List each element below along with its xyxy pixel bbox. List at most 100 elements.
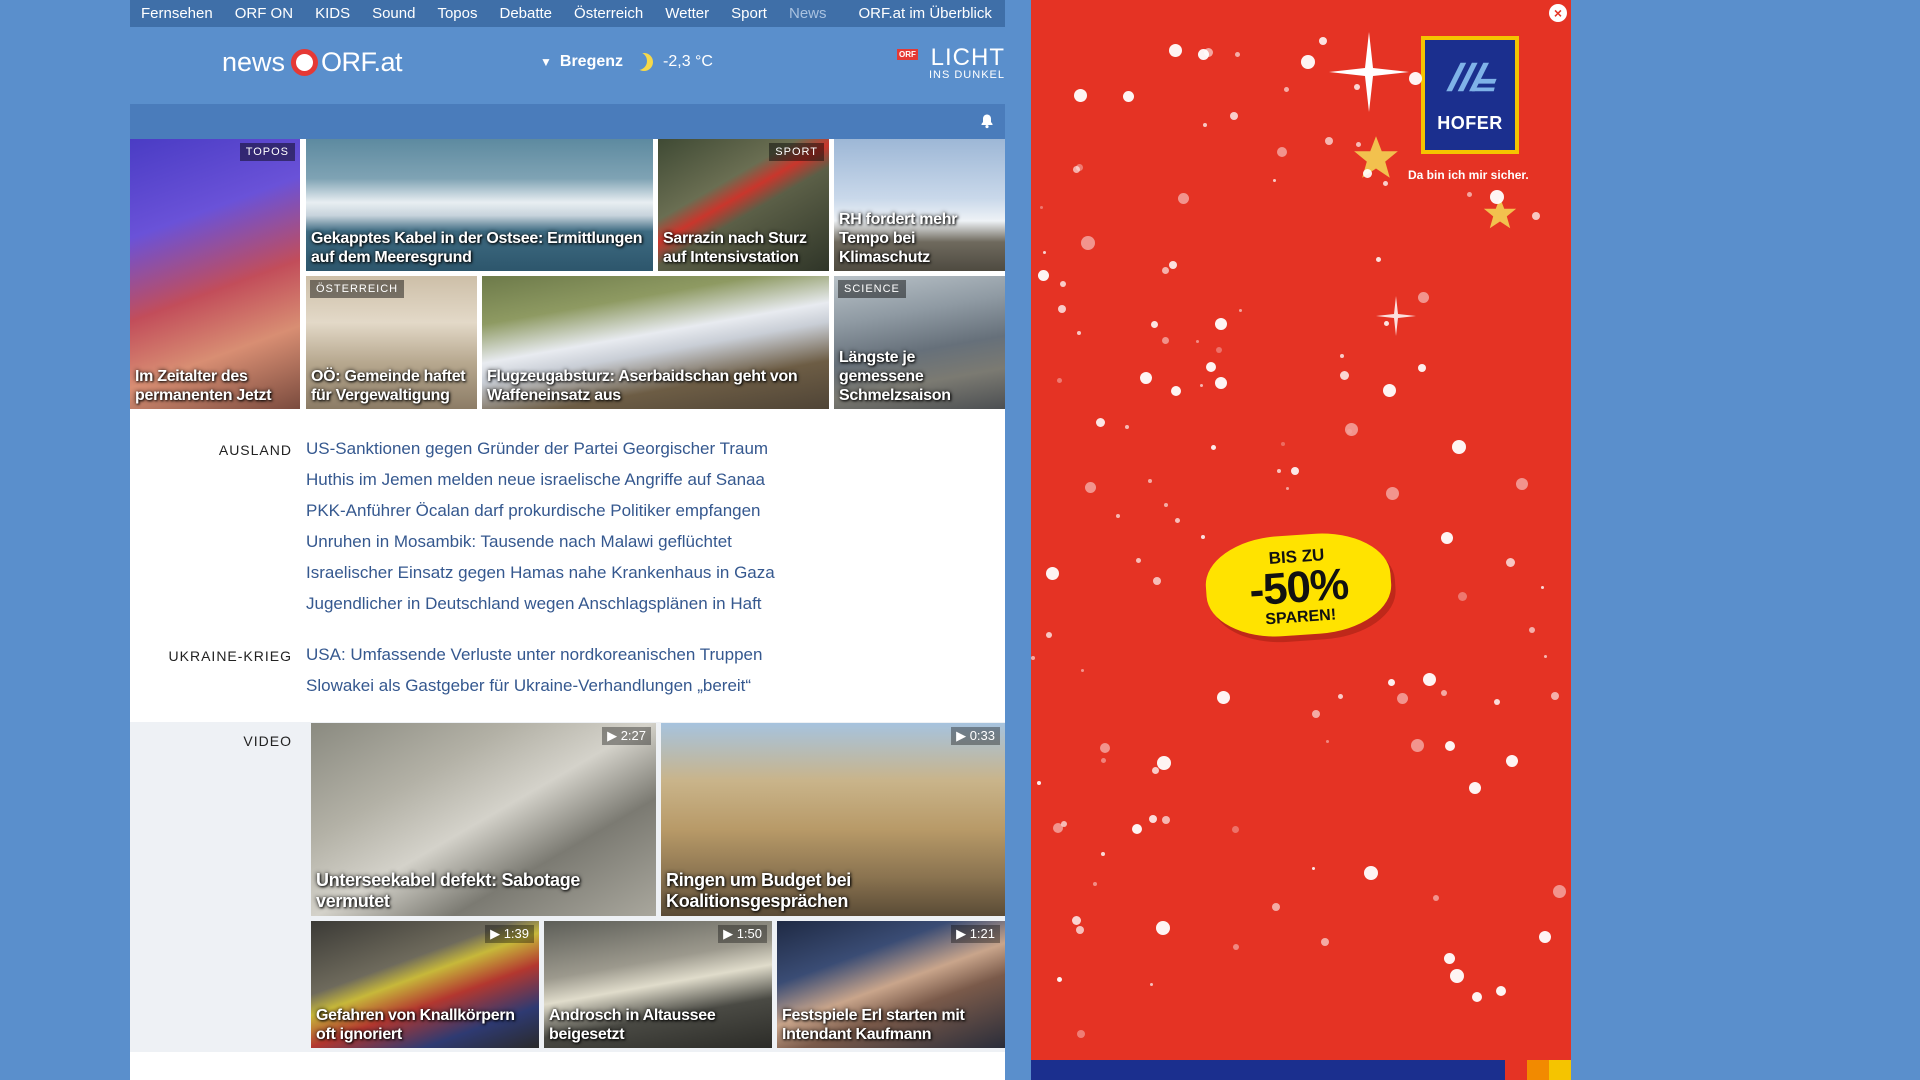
snowflake — [1272, 903, 1280, 911]
headline-link[interactable]: Unruhen in Mosambik: Tausende nach Malaw… — [306, 526, 775, 557]
snowflake — [1123, 91, 1134, 102]
logo-news-text: news — [222, 47, 286, 77]
nav-kids[interactable]: KIDS — [304, 5, 361, 22]
video-duration: ▶ 0:33 — [951, 727, 1000, 745]
video-duration: ▶ 1:39 — [485, 925, 534, 943]
story-tile[interactable]: Gekapptes Kabel in der Ostsee: Ermittlun… — [306, 139, 653, 271]
licht-ins-dunkel-logo[interactable]: ORF LICHT INS DUNKEL — [896, 46, 1005, 81]
snowflake — [1206, 362, 1216, 372]
footer-color-yellow — [1549, 1060, 1571, 1080]
nav-sound[interactable]: Sound — [361, 5, 426, 22]
snowflake — [1423, 673, 1436, 686]
video-tile[interactable]: ▶ 2:27 Unterseekabel defekt: Sabotage ve… — [311, 723, 656, 916]
weather-widget[interactable]: ▼ Bregenz -2,3 °C — [540, 53, 713, 71]
snowflake — [1467, 192, 1472, 197]
snowflake — [1281, 442, 1285, 446]
nav-topos[interactable]: Topos — [426, 5, 488, 22]
snowflake — [1441, 690, 1447, 696]
snowflake — [1057, 977, 1062, 982]
video-tile[interactable]: ▶ 0:33 Ringen um Budget bei Koalitionsge… — [661, 723, 1005, 916]
snowflake — [1196, 340, 1199, 343]
snowflake — [1364, 866, 1378, 880]
snowflake — [1418, 292, 1429, 303]
snowflake — [1397, 693, 1408, 704]
snowflake — [1277, 469, 1281, 473]
bell-icon[interactable] — [979, 113, 995, 129]
nav-fernsehen[interactable]: Fernsehen — [130, 5, 224, 22]
snowflake — [1376, 257, 1381, 262]
snowflake — [1058, 305, 1066, 313]
close-icon[interactable]: × — [1549, 4, 1567, 22]
headline-link[interactable]: Slowakei als Gastgeber für Ukraine-Verha… — [306, 670, 762, 701]
story-tile[interactable]: SCIENCE Längste je gemessene Schmelzsais… — [834, 276, 1005, 409]
snowflake — [1200, 384, 1203, 387]
snowflake — [1319, 37, 1327, 45]
nav-sport[interactable]: Sport — [720, 5, 778, 22]
snowflake — [1149, 815, 1157, 823]
video-duration: ▶ 1:50 — [718, 925, 767, 943]
news-orf-logo[interactable]: news ORF.at — [222, 47, 403, 78]
video-tile[interactable]: ▶ 1:39 Gefahren von Knallkörpern oft ign… — [311, 921, 539, 1048]
snowflake — [1162, 337, 1169, 344]
snowflake — [1164, 503, 1168, 507]
story-tile[interactable]: ÖSTERREICH OÖ: Gemeinde haftet für Verge… — [306, 276, 477, 409]
headline-link[interactable]: US-Sanktionen gegen Gründer der Partei G… — [306, 433, 775, 464]
snowflake — [1233, 944, 1239, 950]
video-title: Gefahren von Knallkörpern oft ignoriert — [316, 1007, 515, 1043]
snowflake — [1150, 983, 1153, 986]
weather-temperature: -2,3 °C — [663, 53, 713, 70]
hofer-advertisement[interactable]: × HOFER Da bin ich mir sicher. BIS ZU -5… — [1031, 0, 1571, 1080]
snowflake — [1433, 895, 1439, 901]
story-tile[interactable]: Flugzeugabsturz: Aserbaidschan geht von … — [482, 276, 829, 409]
snowflake — [1100, 743, 1110, 753]
snowflake — [1340, 354, 1344, 358]
ad-slogan: Da bin ich mir sicher. — [1408, 168, 1529, 182]
story-tile[interactable]: RH fordert mehr Tempo bei Klimaschutz — [834, 139, 1005, 271]
snowflake — [1469, 782, 1481, 794]
snowflake — [1441, 532, 1453, 544]
snowflake — [1284, 87, 1289, 92]
video-tile[interactable]: ▶ 1:21 Festspiele Erl starten mit Intend… — [777, 921, 1005, 1048]
snowflake — [1539, 931, 1551, 943]
story-title: Im Zeitalter des permanenten Jetzt — [135, 368, 272, 404]
snowflake — [1496, 986, 1506, 996]
category-tag: SCIENCE — [838, 280, 906, 298]
headline-link[interactable]: PKK-Anführer Öcalan darf prokurdische Po… — [306, 495, 775, 526]
headline-link[interactable]: Israelischer Einsatz gegen Hamas nahe Kr… — [306, 557, 775, 588]
snowflake — [1081, 669, 1084, 672]
snowflake — [1383, 384, 1396, 397]
video-tile[interactable]: ▶ 1:50 Androsch in Altaussee beigesetzt — [544, 921, 772, 1048]
headline-link[interactable]: USA: Umfassende Verluste unter nordkorea… — [306, 639, 762, 670]
weather-location: Bregenz — [559, 53, 624, 70]
story-tile[interactable]: SPORT Sarrazin nach Sturz auf Intensivst… — [658, 139, 829, 271]
snowflake — [1046, 632, 1052, 638]
snowflake — [1553, 885, 1566, 898]
nav-orf-on[interactable]: ORF ON — [224, 5, 304, 22]
nav-oesterreich[interactable]: Österreich — [563, 5, 654, 22]
snowflake — [1384, 321, 1389, 326]
snowflake — [1544, 655, 1547, 658]
snowflake — [1211, 445, 1216, 450]
snowflake — [1388, 679, 1395, 686]
story-tile[interactable]: TOPOS Im Zeitalter des permanenten Jetzt — [130, 139, 300, 409]
snowflake — [1073, 166, 1080, 173]
nav-orf-overview[interactable]: ORF.at im Überblick — [848, 5, 1003, 22]
story-title: Sarrazin nach Sturz auf Intensivstation — [663, 230, 807, 266]
video-title: Unterseekabel defekt: Sabotage vermutet — [316, 870, 581, 911]
category-tag: SPORT — [769, 143, 824, 161]
headline-link[interactable]: Huthis im Jemen melden neue israelische … — [306, 464, 775, 495]
snowflake — [1201, 535, 1205, 539]
snowflake — [1162, 816, 1170, 824]
snowflake — [1452, 440, 1466, 454]
nav-debatte[interactable]: Debatte — [488, 5, 563, 22]
snowflake — [1125, 425, 1129, 429]
snowflake — [1312, 867, 1315, 870]
snowflake — [1169, 261, 1177, 269]
headline-list-ausland: US-Sanktionen gegen Gründer der Partei G… — [306, 433, 775, 619]
nav-news[interactable]: News — [778, 5, 838, 22]
headline-link[interactable]: Jugendlicher in Deutschland wegen Anschl… — [306, 588, 775, 619]
video-title: Androsch in Altaussee beigesetzt — [549, 1007, 716, 1043]
category-tag: TOPOS — [239, 143, 295, 161]
nav-wetter[interactable]: Wetter — [654, 5, 720, 22]
snowflake — [1046, 567, 1059, 580]
